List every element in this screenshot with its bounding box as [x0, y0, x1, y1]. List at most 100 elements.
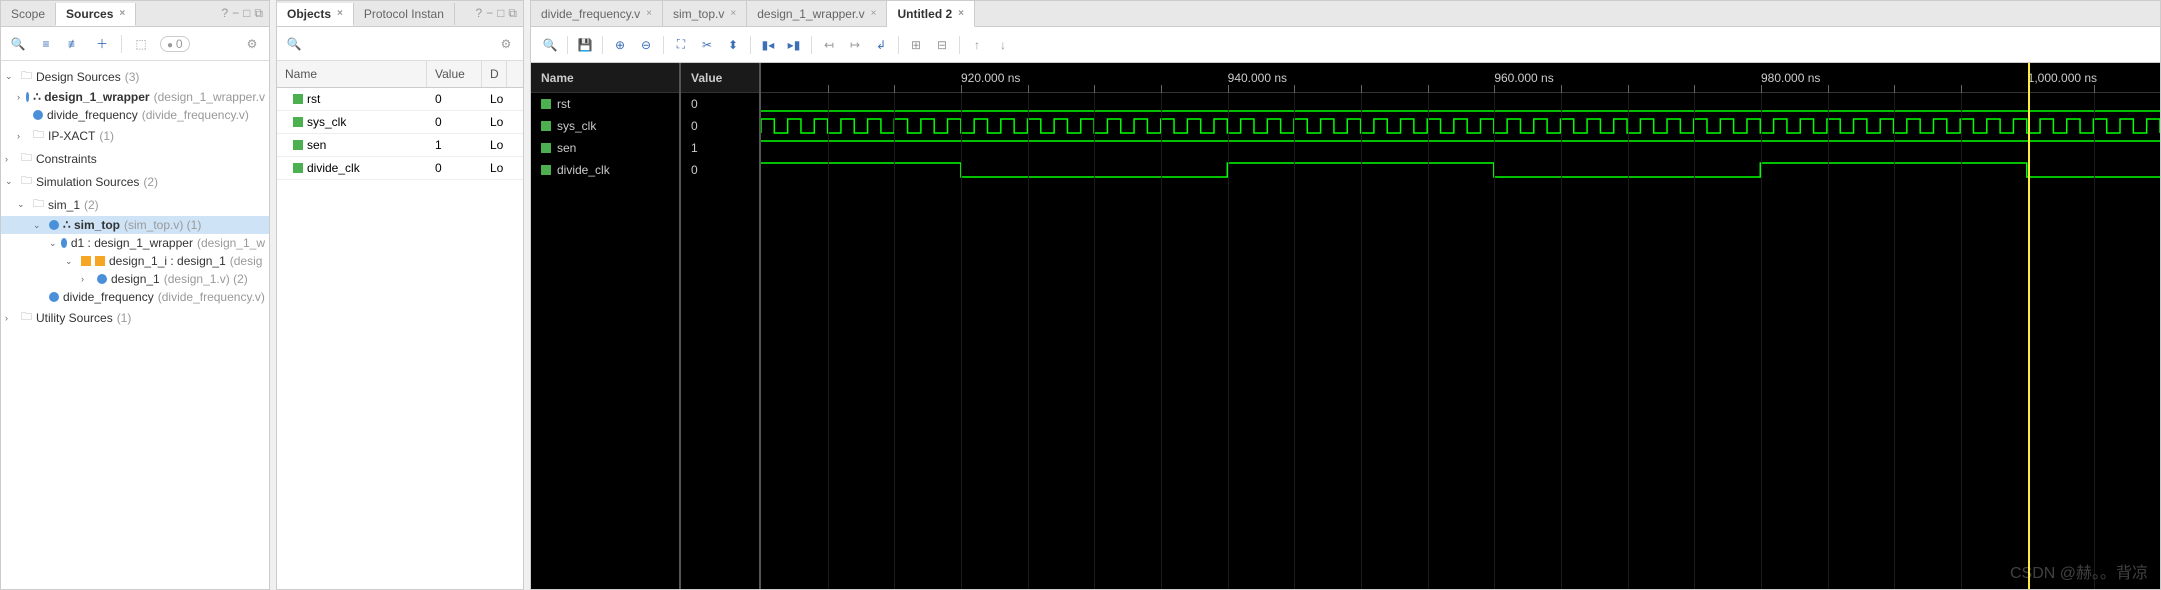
signal-icon — [293, 163, 303, 173]
wave-body: Name rstsys_clksendivide_clk Value 0010 … — [531, 63, 2160, 589]
tree-design1i[interactable]: ⌄design_1_i : design_1(desig — [1, 252, 269, 270]
tree-d1[interactable]: ⌄d1 : design_1_wrapper(design_1_w — [1, 234, 269, 252]
tree-design1[interactable]: ›design_1(design_1.v) (2) — [1, 270, 269, 288]
zoom-in-icon[interactable]: ⊕ — [611, 36, 629, 54]
wave-signal-name[interactable]: divide_clk — [531, 159, 679, 181]
search-icon[interactable]: 🔍 — [285, 35, 303, 53]
watermark: CSDN @赫。。背凉 — [2010, 559, 2148, 583]
objects-rows: rst0Losys_clk0Losen1Lodivide_clk0Lo — [277, 88, 523, 180]
close-icon[interactable]: × — [337, 8, 343, 19]
sources-tree: ⌄🗀Design Sources(3) ›∴ design_1_wrapper(… — [1, 61, 269, 589]
group-icon[interactable]: ⊞ — [907, 36, 925, 54]
remove-marker-icon[interactable]: ↦ — [846, 36, 864, 54]
panel-controls: ? − □ ⧉ — [469, 6, 523, 21]
prev-edge-icon[interactable]: ▮◂ — [759, 36, 777, 54]
col-d-header[interactable]: D — [482, 61, 507, 87]
tree-divfreq-sim[interactable]: divide_frequency(divide_frequency.v) — [1, 288, 269, 306]
wave-canvas[interactable]: 920.000 ns940.000 ns960.000 ns980.000 ns… — [761, 63, 2160, 589]
tree-sim1[interactable]: ⌄🗀sim_1(2) — [1, 193, 269, 216]
tab-protocol[interactable]: Protocol Instan — [354, 3, 455, 25]
tree-sim-sources[interactable]: ⌄🗀Simulation Sources(2) — [1, 170, 269, 193]
zoom-fit-icon[interactable]: ⛶ — [672, 36, 690, 54]
count-badge: ● 0 — [160, 36, 190, 52]
col-name-header[interactable]: Name — [277, 61, 427, 87]
wave-signal-value: 0 — [681, 159, 759, 181]
close-icon[interactable]: × — [958, 8, 964, 19]
expand-icon[interactable]: ≢ — [65, 35, 83, 53]
minimize-icon[interactable]: − — [486, 6, 493, 21]
signal-icon — [541, 121, 551, 131]
time-ruler: 920.000 ns940.000 ns960.000 ns980.000 ns… — [761, 63, 2160, 93]
col-value-header[interactable]: Value — [427, 61, 482, 87]
wave-tab[interactable]: Untitled 2 × — [887, 1, 975, 27]
wave-tab[interactable]: sim_top.v × — [663, 1, 747, 26]
tree-utility-sources[interactable]: ›🗀Utility Sources(1) — [1, 306, 269, 329]
wave-signal-name[interactable]: rst — [531, 93, 679, 115]
time-cursor[interactable]: 1,000.000 ns — [2028, 63, 2030, 589]
next-edge-icon[interactable]: ▸▮ — [785, 36, 803, 54]
sources-toolbar: 🔍 ≡ ≢ ＋ ⬚ ● 0 ⚙ — [1, 27, 269, 61]
tree-ipxact[interactable]: ›🗀IP-XACT(1) — [1, 124, 269, 147]
add-marker-icon[interactable]: ↤ — [820, 36, 838, 54]
maximize-icon[interactable]: □ — [243, 6, 250, 21]
wave-signal-value: 0 — [681, 93, 759, 115]
tab-scope[interactable]: Scope — [1, 3, 56, 25]
wave-tab[interactable]: divide_frequency.v × — [531, 1, 663, 26]
disabled-icon: ⬚ — [132, 35, 150, 53]
tree-divide-freq[interactable]: divide_frequency(divide_frequency.v) — [1, 106, 269, 124]
move-down-icon[interactable]: ↓ — [994, 36, 1012, 54]
gear-icon[interactable]: ⚙ — [243, 35, 261, 53]
time-tick-label: 960.000 ns — [1494, 71, 1553, 85]
tree-design1-wrapper[interactable]: ›∴ design_1_wrapper(design_1_wrapper.v — [1, 88, 269, 106]
tab-sources[interactable]: Sources× — [56, 3, 136, 26]
maximize-icon[interactable]: □ — [497, 6, 504, 21]
panel-controls: ? − □ ⧉ — [215, 6, 269, 21]
signal-icon — [293, 117, 303, 127]
add-icon[interactable]: ＋ — [93, 35, 111, 53]
cut-icon[interactable]: ✂ — [698, 36, 716, 54]
save-icon[interactable]: 💾 — [576, 36, 594, 54]
help-icon[interactable]: ? — [221, 6, 228, 21]
minimize-icon[interactable]: − — [232, 6, 239, 21]
wave-tab[interactable]: design_1_wrapper.v × — [747, 1, 887, 26]
tab-objects[interactable]: Objects× — [277, 3, 354, 26]
close-icon[interactable]: × — [646, 8, 652, 19]
waveform-panel: divide_frequency.v ×sim_top.v ×design_1_… — [530, 0, 2161, 590]
wave-tabs: divide_frequency.v ×sim_top.v ×design_1_… — [531, 1, 2160, 27]
tree-constraints[interactable]: ›🗀Constraints — [1, 147, 269, 170]
sources-tabs: Scope Sources× ? − □ ⧉ — [1, 1, 269, 27]
restore-icon[interactable]: ⧉ — [508, 6, 517, 21]
close-icon[interactable]: × — [871, 8, 877, 19]
close-icon[interactable]: × — [730, 8, 736, 19]
search-icon[interactable]: 🔍 — [541, 36, 559, 54]
object-row[interactable]: sys_clk0Lo — [277, 111, 523, 134]
object-row[interactable]: rst0Lo — [277, 88, 523, 111]
signal-icon — [293, 140, 303, 150]
objects-header: Name Value D — [277, 61, 523, 88]
wave-row[interactable] — [761, 137, 2160, 159]
object-row[interactable]: sen1Lo — [277, 134, 523, 157]
move-up-icon[interactable]: ↑ — [968, 36, 986, 54]
zoom-out-icon[interactable]: ⊖ — [637, 36, 655, 54]
wave-signal-name[interactable]: sys_clk — [531, 115, 679, 137]
object-row[interactable]: divide_clk0Lo — [277, 157, 523, 180]
collapse-icon[interactable]: ≡ — [37, 35, 55, 53]
wave-signal-name[interactable]: sen — [531, 137, 679, 159]
signal-icon — [541, 99, 551, 109]
signal-icon — [541, 143, 551, 153]
wave-signal-value: 1 — [681, 137, 759, 159]
restore-icon[interactable]: ⧉ — [254, 6, 263, 21]
close-icon[interactable]: × — [119, 8, 125, 19]
objects-panel: Objects× Protocol Instan ? − □ ⧉ 🔍 ⚙ Nam… — [276, 0, 524, 590]
search-icon[interactable]: 🔍 — [9, 35, 27, 53]
wave-row[interactable] — [761, 115, 2160, 137]
tree-design-sources[interactable]: ⌄🗀Design Sources(3) — [1, 65, 269, 88]
ungroup-icon[interactable]: ⊟ — [933, 36, 951, 54]
marker-icon[interactable]: ⬍ — [724, 36, 742, 54]
goto-icon[interactable]: ↲ — [872, 36, 890, 54]
wave-row[interactable] — [761, 93, 2160, 115]
gear-icon[interactable]: ⚙ — [497, 35, 515, 53]
help-icon[interactable]: ? — [475, 6, 482, 21]
wave-row[interactable] — [761, 159, 2160, 181]
tree-sim-top[interactable]: ⌄∴ sim_top(sim_top.v) (1) — [1, 216, 269, 234]
